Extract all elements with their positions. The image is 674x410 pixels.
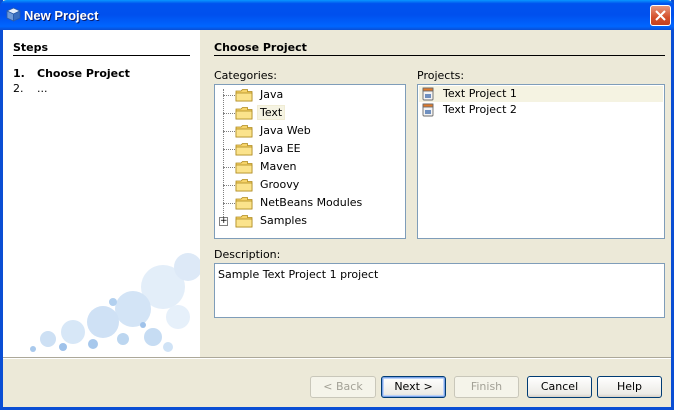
projects-label: Projects: <box>417 69 465 82</box>
description-text: Sample Text Project 1 project <box>218 268 379 281</box>
tree-item-maven[interactable]: Maven <box>215 158 405 176</box>
cancel-button[interactable]: Cancel <box>527 376 592 398</box>
folder-icon <box>235 197 253 210</box>
steps-panel: Steps 1. Choose Project 2.... <box>3 30 200 357</box>
tree-connector <box>223 203 235 204</box>
page-title: Choose Project <box>214 41 307 54</box>
folder-icon <box>235 125 253 138</box>
step-item-1: 1. Choose Project <box>13 67 130 80</box>
finish-button[interactable]: Finish <box>454 376 519 398</box>
tree-item-samples[interactable]: + Samples <box>215 212 405 230</box>
tree-connector <box>223 185 235 186</box>
step-label: Choose Project <box>37 67 130 80</box>
next-button[interactable]: Next > <box>381 376 446 398</box>
steps-divider <box>13 55 190 56</box>
decorative-bubbles <box>30 253 200 352</box>
tree-connector <box>223 113 235 114</box>
folder-icon <box>235 179 253 192</box>
netbeans-cube-icon <box>6 7 21 22</box>
tree-connector <box>223 131 235 132</box>
description-label: Description: <box>214 248 281 261</box>
folder-icon <box>235 89 253 102</box>
categories-tree[interactable]: Java Text Java Web Java EE Maven Groovy <box>214 84 406 239</box>
tree-connector <box>223 167 235 168</box>
help-button[interactable]: Help <box>597 376 662 398</box>
steps-title: Steps <box>13 41 49 54</box>
tree-item-groovy[interactable]: Groovy <box>215 176 405 194</box>
list-item-text-project-1[interactable]: Text Project 1 <box>419 86 663 102</box>
list-item-label: Text Project 2 <box>443 103 517 116</box>
tree-item-label: Maven <box>260 160 297 173</box>
window-title: New Project <box>24 8 99 23</box>
tree-connector <box>223 95 235 96</box>
title-bar[interactable]: New Project <box>0 0 674 30</box>
close-button[interactable] <box>650 5 671 26</box>
tree-item-text[interactable]: Text <box>215 104 405 122</box>
tree-item-java[interactable]: Java <box>215 86 405 104</box>
expand-plus-icon[interactable]: + <box>219 217 228 226</box>
tree-connector <box>223 149 235 150</box>
tree-item-label: Java EE <box>260 142 301 155</box>
folder-icon <box>235 215 253 228</box>
close-icon <box>655 10 666 21</box>
tree-item-label: Java <box>260 88 284 101</box>
tree-item-label: NetBeans Modules <box>260 196 363 209</box>
new-project-dialog: New Project Steps 1. Choose Project 2.... <box>0 0 674 410</box>
tree-item-label: Java Web <box>260 124 311 137</box>
tree-item-java-web[interactable]: Java Web <box>215 122 405 140</box>
title-divider <box>214 55 665 56</box>
categories-label: Categories: <box>214 69 277 82</box>
step-item-2: 2.... <box>13 82 48 95</box>
projects-list[interactable]: Text Project 1 Text Project 2 <box>417 84 665 239</box>
java-cup-icon <box>422 87 434 101</box>
folder-icon <box>235 143 253 156</box>
list-item-text-project-2[interactable]: Text Project 2 <box>419 102 663 118</box>
step-number: 2. <box>13 82 24 95</box>
footer-divider <box>3 357 671 359</box>
tree-item-label: Groovy <box>260 178 300 191</box>
tree-item-netbeans-modules[interactable]: NetBeans Modules <box>215 194 405 212</box>
folder-icon <box>235 107 253 120</box>
back-button[interactable]: < Back <box>310 376 376 398</box>
folder-icon <box>235 161 253 174</box>
description-box[interactable]: Sample Text Project 1 project <box>214 263 665 318</box>
tree-item-java-ee[interactable]: Java EE <box>215 140 405 158</box>
java-cup-icon <box>422 103 434 117</box>
tree-item-label: Samples <box>260 214 307 227</box>
step-label: ... <box>37 82 48 95</box>
list-item-label: Text Project 1 <box>443 87 517 100</box>
step-number: 1. <box>13 67 25 80</box>
tree-item-label: Text <box>256 105 286 120</box>
